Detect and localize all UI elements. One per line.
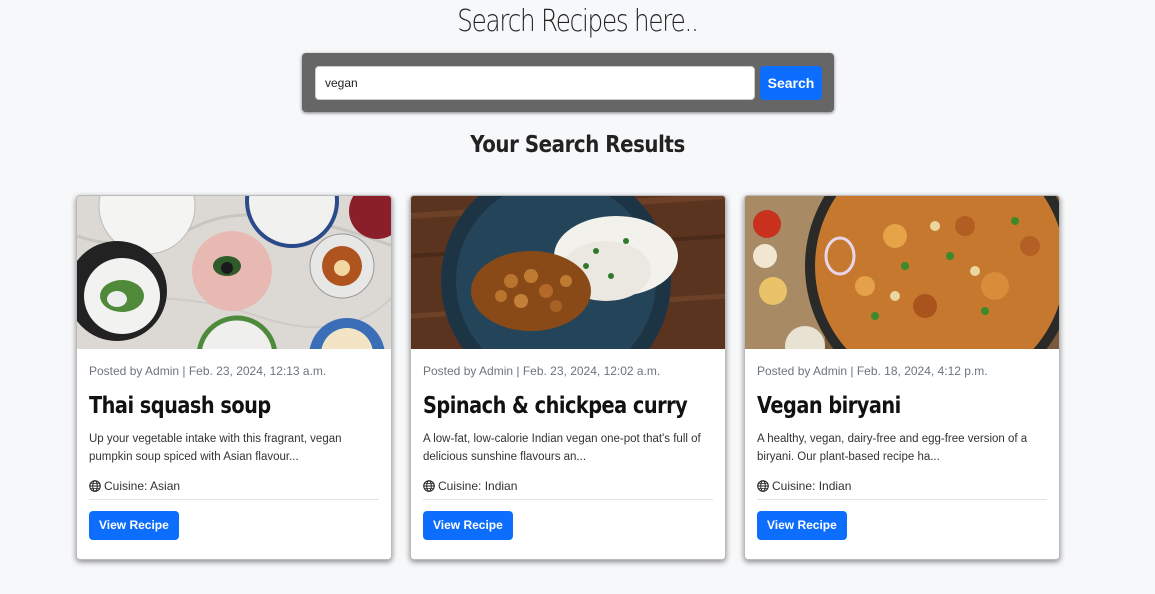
view-recipe-button[interactable]: View Recipe xyxy=(89,511,179,540)
post-meta: Posted by Admin | Feb. 18, 2024, 4:12 p.… xyxy=(757,364,988,378)
view-recipe-button[interactable]: View Recipe xyxy=(423,511,513,540)
cuisine-info: Cuisine: Asian xyxy=(89,478,379,494)
card-divider xyxy=(89,499,379,500)
recipe-image xyxy=(77,196,391,349)
globe-icon xyxy=(89,480,101,492)
page-title: Search Recipes here.. xyxy=(457,4,699,39)
view-recipe-button[interactable]: View Recipe xyxy=(757,511,847,540)
cuisine-label: Cuisine: Indian xyxy=(772,479,852,493)
recipe-image xyxy=(745,196,1059,349)
post-meta: Posted by Admin | Feb. 23, 2024, 12:13 a… xyxy=(89,364,327,378)
results-heading: Your Search Results xyxy=(470,132,685,158)
post-meta: Posted by Admin | Feb. 23, 2024, 12:02 a… xyxy=(423,364,661,378)
search-panel: Search xyxy=(302,53,834,112)
recipe-image xyxy=(411,196,725,349)
cuisine-info: Cuisine: Indian xyxy=(757,478,1047,494)
recipe-title: Spinach & chickpea curry xyxy=(423,393,688,419)
cuisine-info: Cuisine: Indian xyxy=(423,478,713,494)
recipe-card: Posted by Admin | Feb. 18, 2024, 4:12 p.… xyxy=(744,195,1060,560)
search-button[interactable]: Search xyxy=(760,66,822,100)
card-divider xyxy=(423,499,713,500)
globe-icon xyxy=(423,480,435,492)
recipe-card: Posted by Admin | Feb. 23, 2024, 12:13 a… xyxy=(76,195,392,560)
recipe-description: Up your vegetable intake with this fragr… xyxy=(89,433,342,463)
recipe-description: A low-fat, low-calorie Indian vegan one-… xyxy=(423,433,701,463)
cuisine-label: Cuisine: Indian xyxy=(438,479,518,493)
recipe-title: Vegan biryani xyxy=(757,393,901,419)
recipe-card: Posted by Admin | Feb. 23, 2024, 12:02 a… xyxy=(410,195,726,560)
cuisine-label: Cuisine: Asian xyxy=(104,479,181,493)
card-divider xyxy=(757,499,1047,500)
search-input[interactable] xyxy=(315,66,755,100)
recipe-title: Thai squash soup xyxy=(89,393,271,419)
recipe-description: A healthy, vegan, dairy-free and egg-fre… xyxy=(757,433,1028,463)
globe-icon xyxy=(757,480,769,492)
